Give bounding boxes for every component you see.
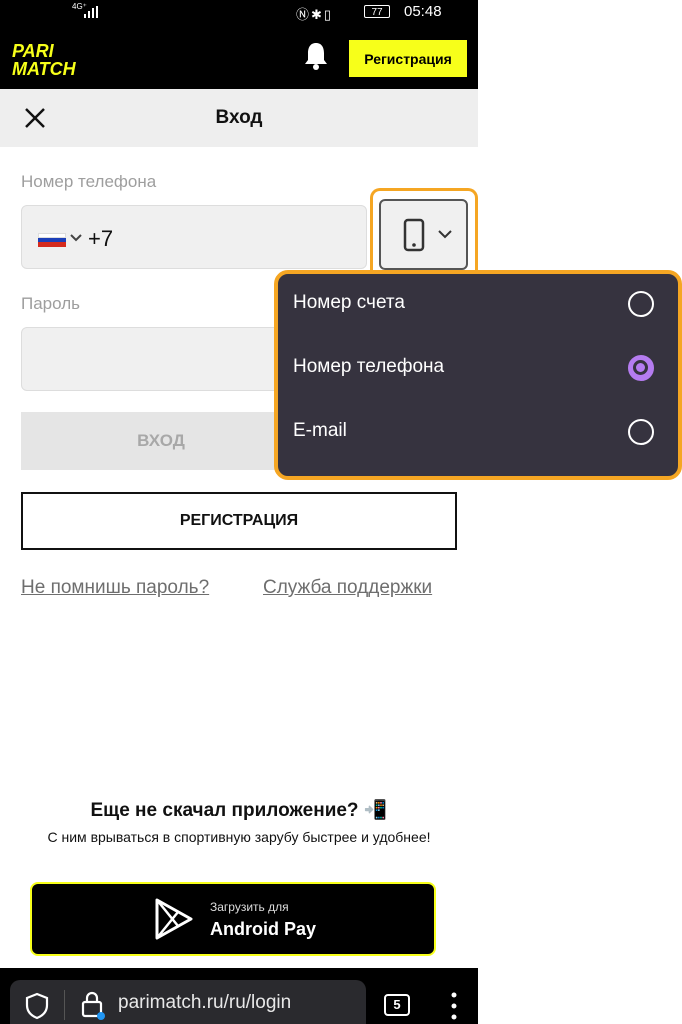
more-menu-icon[interactable] <box>451 992 457 1020</box>
status-icons: Ⓝ✱▯ <box>296 4 333 23</box>
tab-count-button[interactable]: 5 <box>384 994 410 1016</box>
radio-unselected-icon[interactable] <box>628 419 654 445</box>
smartphone-icon <box>403 218 425 252</box>
header-register-button[interactable]: Регистрация <box>349 40 467 77</box>
radio-selected-icon[interactable] <box>628 355 654 381</box>
divider <box>64 990 65 1020</box>
dropdown-option-account[interactable]: Номер счета <box>293 278 663 334</box>
chevron-down-icon[interactable] <box>69 233 83 243</box>
option-label: E-mail <box>293 420 347 441</box>
chevron-down-icon <box>438 230 452 239</box>
option-label: Номер телефона <box>293 356 445 377</box>
download-platform: Android Pay <box>210 919 317 939</box>
radio-unselected-icon[interactable] <box>628 291 654 317</box>
dropdown-option-phone[interactable]: Номер телефона <box>293 342 663 398</box>
login-type-dropdown: Номер счета Номер телефона E-mail <box>274 270 682 480</box>
nfc-icon: Ⓝ <box>296 7 312 22</box>
lock-icon[interactable] <box>80 990 106 1020</box>
register-button[interactable]: РЕГИСТРАЦИЯ <box>21 492 457 550</box>
download-app-button[interactable]: Загрузить для Android Pay <box>30 882 436 956</box>
option-label: Номер счета <box>293 292 405 313</box>
browser-toolbar: parimatch.ru/ru/login 5 <box>0 968 478 1024</box>
forgot-password-link[interactable]: Не помнишь пароль? <box>21 577 209 599</box>
password-input[interactable] <box>21 327 301 391</box>
battery-icon: 77 <box>364 5 390 18</box>
page-title: Вход <box>215 107 263 128</box>
logo-line-2: MATCH <box>12 59 77 78</box>
download-caption: Загрузить для <box>210 900 289 914</box>
google-play-icon <box>155 898 193 940</box>
login-type-select[interactable] <box>379 199 468 270</box>
status-bar: 4G⁺ Ⓝ✱▯ 77 05:48 <box>0 0 478 24</box>
address-bar[interactable]: parimatch.ru/ru/login <box>10 980 366 1024</box>
logo-line-1: PARI <box>12 41 55 61</box>
russia-flag-icon[interactable] <box>38 233 66 247</box>
vibrate-icon: ▯ <box>323 7 334 22</box>
phone-country-code: +7 <box>88 226 114 251</box>
phone-input[interactable]: +7 <box>21 205 367 269</box>
promo-text: С ним врываться в спортивную зарубу быст… <box>47 829 431 845</box>
signal-icon <box>84 6 98 18</box>
password-label: Пароль <box>21 294 80 313</box>
site-header: PARI MATCH Регистрация <box>0 24 478 89</box>
clock: 05:48 <box>404 3 442 20</box>
support-link[interactable]: Служба поддержки <box>263 577 432 599</box>
login-button[interactable]: ВХОД <box>21 412 301 470</box>
dropdown-option-email[interactable]: E-mail <box>293 406 663 462</box>
parimatch-logo[interactable]: PARI MATCH <box>10 40 118 78</box>
shield-icon[interactable] <box>24 992 50 1020</box>
bluetooth-icon: ✱ <box>311 7 324 22</box>
phone-label: Номер телефона <box>21 172 157 191</box>
url-text[interactable]: parimatch.ru/ru/login <box>118 992 291 1014</box>
bell-icon[interactable] <box>303 41 329 71</box>
promo-title: Еще не скачал приложение? 📲 <box>90 800 388 821</box>
